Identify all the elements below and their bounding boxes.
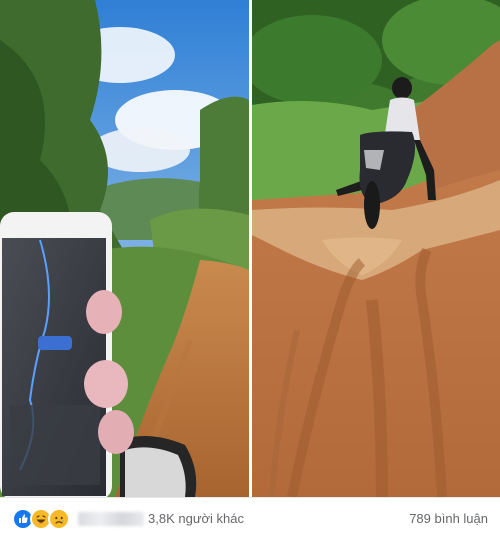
blurred-name (78, 511, 144, 526)
sad-icon (48, 507, 70, 530)
reaction-icons[interactable] (12, 507, 70, 530)
motorbike-mud-image (252, 0, 500, 497)
reactions-bar: 3,8K người khác 789 bình luận (0, 497, 500, 539)
forest-trail-image (0, 0, 249, 497)
comment-count[interactable]: 789 bình luận (409, 511, 488, 526)
reaction-count[interactable]: 3,8K người khác (148, 511, 244, 526)
facebook-post: 3,8K người khác 789 bình luận (0, 0, 500, 539)
photo-motorbike-mud[interactable] (252, 0, 500, 497)
photo-grid (0, 0, 500, 497)
photo-forest-trail[interactable] (0, 0, 249, 497)
